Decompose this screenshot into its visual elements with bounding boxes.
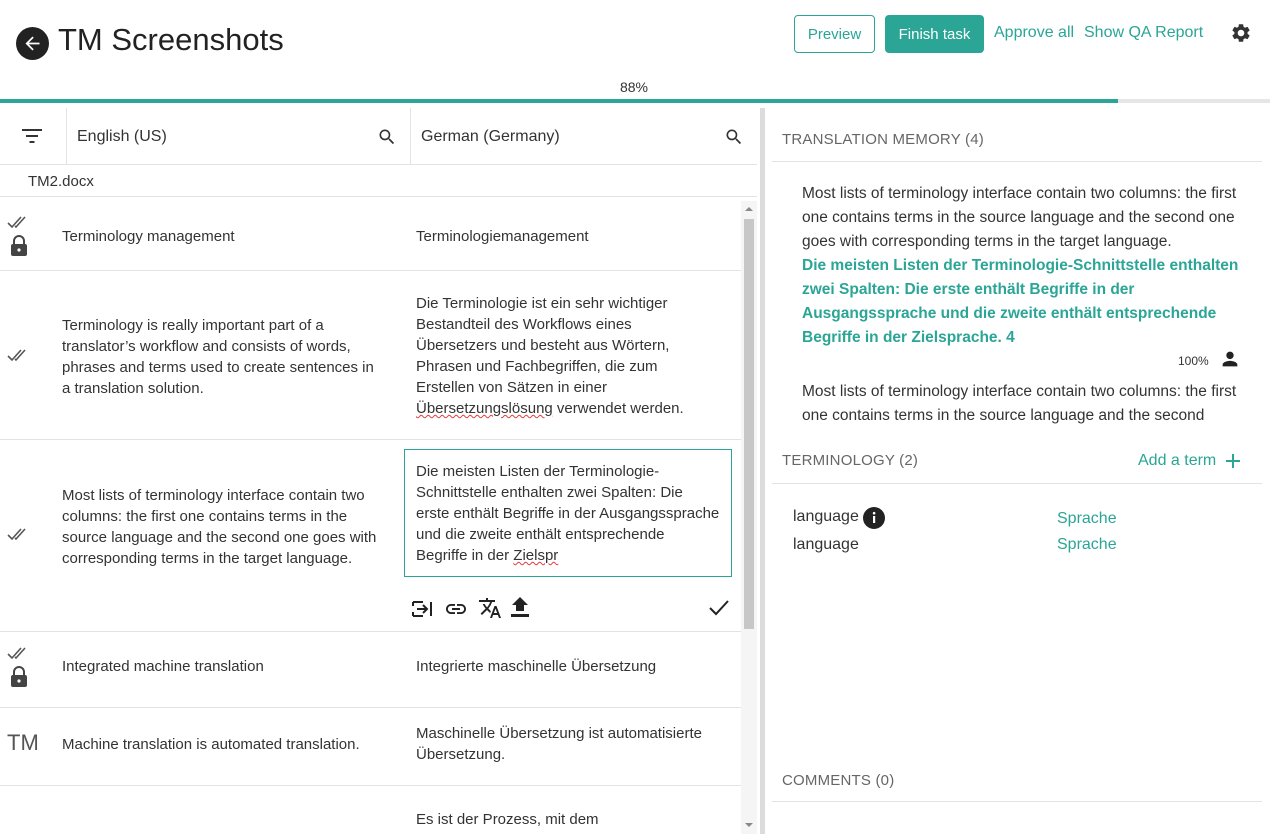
scroll-up-icon[interactable]: [744, 205, 754, 213]
source-language-label: English (US): [77, 128, 167, 145]
segment-row[interactable]: Es ist der Prozess, mit dem: [0, 786, 741, 834]
segment-target[interactable]: Es ist der Prozess, mit dem: [416, 809, 716, 830]
double-check-icon: [7, 214, 31, 235]
divider: [410, 108, 411, 165]
link-icon[interactable]: [444, 597, 468, 626]
add-term-link[interactable]: Add a term: [1138, 452, 1216, 470]
segment-row[interactable]: Integrated machine translation Integrier…: [0, 632, 741, 708]
double-check-icon: [7, 645, 31, 666]
scroll-down-icon[interactable]: [744, 821, 754, 829]
segment-target[interactable]: Die Terminologie ist ein sehr wichtiger …: [416, 293, 716, 419]
show-qa-report-link[interactable]: Show QA Report: [1084, 24, 1203, 42]
info-icon[interactable]: [863, 507, 885, 534]
lock-icon: [10, 666, 28, 693]
term-target[interactable]: Sprache: [1057, 510, 1117, 528]
approve-all-link[interactable]: Approve all: [994, 24, 1074, 42]
double-check-icon: [7, 526, 31, 547]
gear-icon[interactable]: [1230, 22, 1252, 49]
terminology-heading: TERMINOLOGY (2): [782, 452, 919, 469]
insert-source-icon[interactable]: [410, 597, 434, 626]
translate-icon[interactable]: [478, 596, 502, 625]
segments-pane: English (US) German (Germany) TM2.docx T…: [0, 108, 757, 834]
target-language-label: German (Germany): [421, 128, 560, 145]
target-editor[interactable]: Die meisten Listen der Terminologie-Schn…: [404, 449, 732, 577]
tm-match-target: Die meisten Listen der Terminologie-Schn…: [802, 257, 1239, 346]
progress-bar-fill: [0, 99, 1118, 103]
upload-icon[interactable]: [510, 597, 530, 624]
finish-task-button[interactable]: Finish task: [885, 15, 984, 53]
divider: [772, 161, 1262, 162]
tm-match-source: Most lists of terminology interface cont…: [802, 185, 1237, 250]
target-text: verwendet werden.: [552, 400, 684, 417]
tm-match[interactable]: Most lists of terminology interface cont…: [802, 380, 1252, 428]
term-source: language: [793, 508, 859, 525]
segment-row[interactable]: TM Machine translation is automated tran…: [0, 708, 741, 786]
translation-memory-heading: TRANSLATION MEMORY (4): [782, 131, 984, 148]
confirm-check-icon[interactable]: [708, 598, 730, 623]
scrollbar-thumb[interactable]: [744, 219, 754, 629]
file-header: TM2.docx: [0, 165, 757, 197]
spellcheck-word[interactable]: Übersetzungslösung: [416, 400, 553, 417]
term-source: language: [793, 536, 859, 553]
divider: [66, 108, 67, 165]
page-title: TM Screenshots: [58, 22, 284, 57]
tm-match-score: 100%: [1178, 354, 1209, 368]
segment-source: Terminology is really important part of …: [62, 317, 374, 397]
tm-match-badge: TM: [7, 730, 39, 755]
top-header: TM Screenshots Preview Finish task Appro…: [0, 0, 1270, 103]
preview-button[interactable]: Preview: [794, 15, 875, 53]
segment-row[interactable]: Terminology is really important part of …: [0, 271, 741, 440]
segment-source: Terminology management: [62, 228, 235, 245]
spellcheck-word[interactable]: Zielspr: [513, 547, 558, 564]
back-arrow-icon[interactable]: [16, 27, 49, 60]
segment-source: Integrated machine translation: [62, 658, 264, 675]
filter-icon[interactable]: [22, 128, 42, 149]
target-text: Die Terminologie ist ein sehr wichtiger …: [416, 295, 670, 396]
double-check-icon: [7, 347, 31, 368]
segment-source: Most lists of terminology interface cont…: [62, 487, 377, 567]
search-icon[interactable]: [377, 127, 397, 152]
user-icon: [1219, 348, 1241, 375]
side-panel: TRANSLATION MEMORY (4) Most lists of ter…: [772, 108, 1262, 834]
target-text: Die meisten Listen der Terminologie-Schn…: [416, 463, 720, 564]
scrollbar[interactable]: [741, 201, 757, 834]
tm-match[interactable]: Most lists of terminology interface cont…: [802, 182, 1252, 350]
language-bar: English (US) German (Germany): [0, 108, 757, 165]
progress-percent: 88%: [619, 79, 649, 95]
segment-row[interactable]: Terminology management Terminologiemanag…: [0, 197, 741, 271]
divider: [772, 483, 1262, 484]
segment-target[interactable]: Terminologiemanagement: [416, 226, 716, 247]
term-target[interactable]: Sprache: [1057, 536, 1117, 554]
plus-icon[interactable]: [1224, 452, 1242, 475]
search-icon[interactable]: [724, 127, 744, 152]
segment-source: Machine translation is automated transla…: [62, 736, 360, 753]
comments-heading: COMMENTS (0): [782, 772, 895, 789]
lock-icon: [10, 235, 28, 262]
file-name: TM2.docx: [28, 173, 94, 190]
segment-target[interactable]: Maschinelle Übersetzung ist automatisier…: [416, 723, 716, 765]
divider: [772, 801, 1262, 802]
segment-target[interactable]: Integrierte maschinelle Übersetzung: [416, 656, 716, 677]
pane-resize-handle[interactable]: [760, 108, 765, 834]
progress-bar: [0, 99, 1270, 103]
